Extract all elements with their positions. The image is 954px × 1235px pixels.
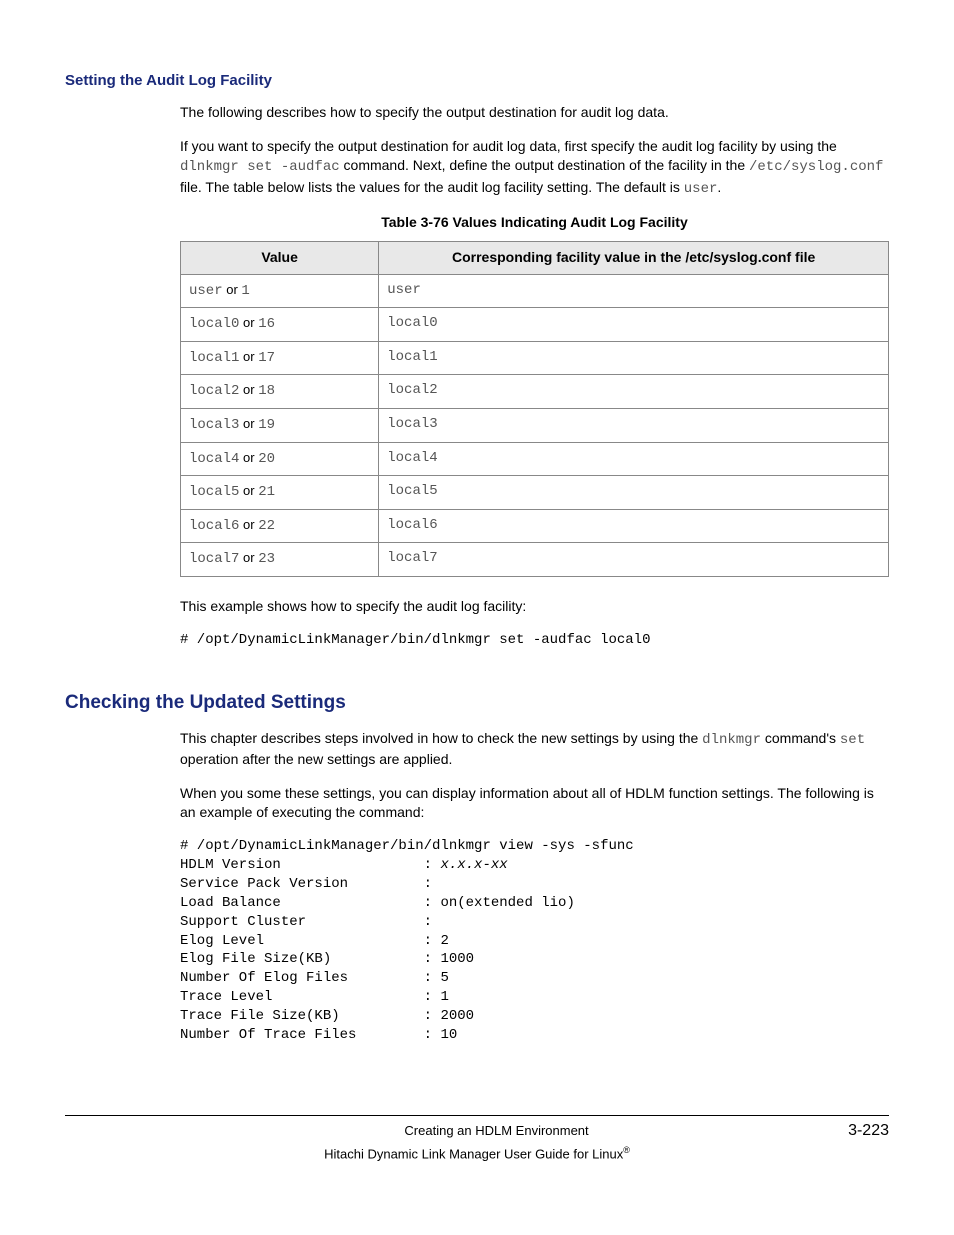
text: command's	[761, 730, 840, 746]
table-cell: user	[379, 274, 889, 308]
table-cell: local5	[379, 476, 889, 510]
table-cell: local2	[379, 375, 889, 409]
text: .	[717, 179, 721, 195]
page-number: 3-223	[848, 1120, 889, 1142]
table-header: Corresponding facility value in the /etc…	[379, 241, 889, 274]
table-row: local4 or 20local4	[181, 442, 889, 476]
table-cell: local7 or 23	[181, 543, 379, 577]
table-row: local1 or 17local1	[181, 341, 889, 375]
table-cell: local1	[379, 341, 889, 375]
code-inline: user	[684, 181, 718, 197]
footer-title: Creating an HDLM Environment	[145, 1122, 848, 1140]
text: operation after the new settings are app…	[180, 751, 452, 767]
text: If you want to specify the output destin…	[180, 138, 837, 154]
table-cell: local5 or 21	[181, 476, 379, 510]
paragraph: When you some these settings, you can di…	[180, 784, 889, 823]
table-cell: local7	[379, 543, 889, 577]
main-heading: Checking the Updated Settings	[65, 690, 889, 717]
content-block: The following describes how to specify t…	[180, 103, 889, 650]
facility-table: Value Corresponding facility value in th…	[180, 241, 889, 577]
table-header: Value	[181, 241, 379, 274]
code-inline: set	[840, 732, 865, 748]
paragraph: The following describes how to specify t…	[180, 103, 889, 123]
table-cell: local6 or 22	[181, 509, 379, 543]
table-row: local3 or 19local3	[181, 408, 889, 442]
table-caption: Table 3-76 Values Indicating Audit Log F…	[180, 213, 889, 233]
table-cell: local3	[379, 408, 889, 442]
text: file. The table below lists the values f…	[180, 179, 684, 195]
table-row: local2 or 18local2	[181, 375, 889, 409]
text: command. Next, define the output destina…	[340, 157, 749, 173]
paragraph: If you want to specify the output destin…	[180, 137, 889, 200]
table-row: local5 or 21local5	[181, 476, 889, 510]
paragraph: This chapter describes steps involved in…	[180, 729, 889, 770]
table-row: user or 1user	[181, 274, 889, 308]
table-row: local0 or 16local0	[181, 308, 889, 342]
code-output: # /opt/DynamicLinkManager/bin/dlnkmgr vi…	[180, 837, 889, 1045]
code-inline: /etc/syslog.conf	[749, 159, 883, 175]
section-heading: Setting the Audit Log Facility	[65, 70, 889, 91]
content-block: This chapter describes steps involved in…	[180, 729, 889, 1045]
footer-sub-text: Hitachi Dynamic Link Manager User Guide …	[324, 1147, 623, 1162]
table-cell: local4 or 20	[181, 442, 379, 476]
text: This chapter describes steps involved in…	[180, 730, 702, 746]
registered-icon: ®	[623, 1145, 630, 1155]
code-example: # /opt/DynamicLinkManager/bin/dlnkmgr se…	[180, 631, 889, 651]
table-cell: local1 or 17	[181, 341, 379, 375]
table-cell: local2 or 18	[181, 375, 379, 409]
table-cell: local6	[379, 509, 889, 543]
table-cell: local3 or 19	[181, 408, 379, 442]
footer-subtitle: Hitachi Dynamic Link Manager User Guide …	[65, 1144, 889, 1164]
page-footer: Creating an HDLM Environment 3-223 Hitac…	[65, 1115, 889, 1164]
paragraph: This example shows how to specify the au…	[180, 597, 889, 617]
table-cell: local4	[379, 442, 889, 476]
table-cell: local0 or 16	[181, 308, 379, 342]
table-cell: local0	[379, 308, 889, 342]
code-inline: dlnkmgr	[702, 732, 761, 748]
table-cell: user or 1	[181, 274, 379, 308]
table-row: local6 or 22local6	[181, 509, 889, 543]
code-inline: dlnkmgr set -audfac	[180, 159, 340, 175]
table-row: local7 or 23local7	[181, 543, 889, 577]
